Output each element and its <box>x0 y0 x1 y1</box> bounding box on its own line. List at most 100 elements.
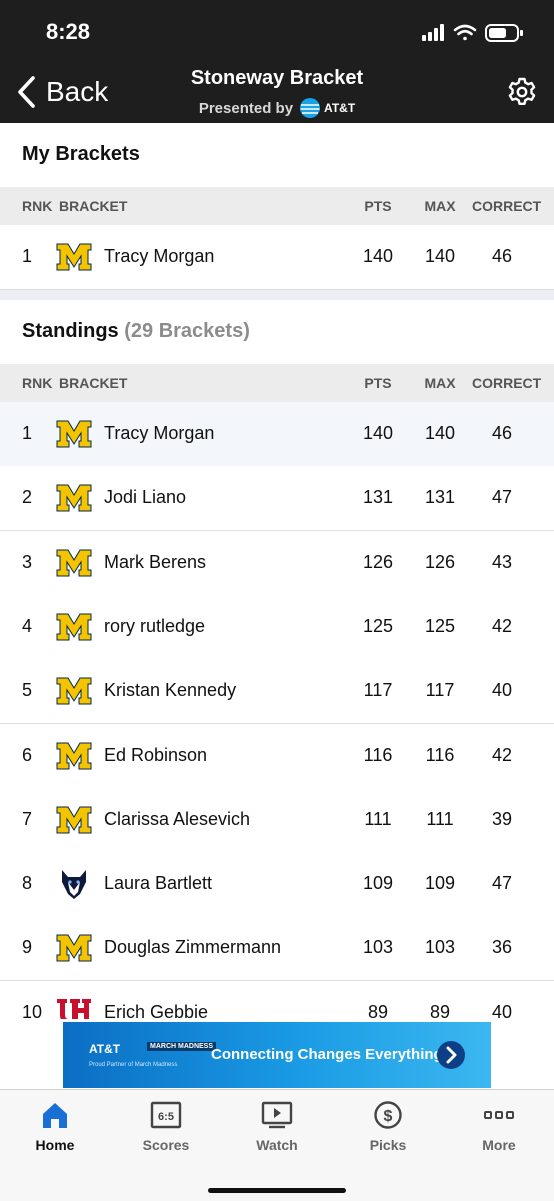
presented-by: Presented by AT&T <box>0 97 554 119</box>
michigan-logo-icon <box>56 675 92 707</box>
table-row[interactable]: 3 Mark Berens 126 126 43 <box>0 530 554 596</box>
tab-home-label: Home <box>35 1137 75 1153</box>
correct-cell: 43 <box>491 551 513 572</box>
table-row[interactable]: 8 Laura Bartlett 109 109 47 <box>0 852 554 918</box>
michigan-logo-icon <box>56 611 92 643</box>
svg-text:$: $ <box>384 1108 393 1125</box>
correct-cell: 42 <box>491 744 513 765</box>
att-logo: AT&T <box>299 97 355 119</box>
column-rnk: RNK <box>22 198 53 214</box>
tab-home[interactable]: Home <box>0 1090 110 1170</box>
pts-cell: 131 <box>362 487 394 508</box>
tab-picks-label: Picks <box>369 1137 407 1153</box>
rank-cell: 3 <box>22 551 33 572</box>
max-cell: 126 <box>424 551 456 572</box>
max-cell: 140 <box>424 246 456 266</box>
table-row[interactable]: 5 Kristan Kennedy 117 117 40 <box>0 659 554 725</box>
tab-scores[interactable]: 6:5 Scores <box>111 1090 221 1170</box>
table-row[interactable]: 1 Tracy Morgan 140 140 46 <box>0 225 554 290</box>
tab-more[interactable]: More <box>444 1090 554 1170</box>
rank-cell: 9 <box>22 937 33 958</box>
correct-cell: 46 <box>491 246 513 266</box>
correct-cell: 47 <box>491 487 513 508</box>
rank-cell: 1 <box>22 423 33 443</box>
pts-cell: 140 <box>362 423 394 443</box>
ad-subline: Proud Partner of March Madness <box>89 1062 178 1068</box>
pts-cell: 116 <box>363 744 393 765</box>
rank-cell: 7 <box>22 808 33 829</box>
tab-scores-label: Scores <box>142 1137 190 1153</box>
ad-headline: Connecting Changes Everything <box>211 1046 443 1063</box>
tab-bar: Home 6:5 Scores Watch $ Picks More <box>0 1089 554 1201</box>
my-brackets-column-header: RNK BRACKET PTS MAX CORRECT <box>0 187 554 225</box>
bracket-name-cell: Tracy Morgan <box>104 423 215 443</box>
table-row[interactable]: 4 rory rutledge 125 125 42 <box>0 594 554 660</box>
michigan-logo-icon <box>56 418 92 450</box>
column-pts: PTS <box>364 198 392 214</box>
table-row[interactable]: 2 Jodi Liano 131 131 47 <box>0 466 554 532</box>
att-logo-text: AT&T <box>324 101 356 115</box>
bracket-name-cell: rory rutledge <box>104 615 206 636</box>
pts-cell: 140 <box>362 246 394 266</box>
svg-text:6:5: 6:5 <box>158 1111 174 1123</box>
scores-icon: 6:5 <box>150 1101 182 1129</box>
column-correct: CORRECT <box>472 198 542 214</box>
rank-cell: 2 <box>22 487 33 508</box>
page-title: Stoneway Bracket <box>190 67 364 89</box>
max-cell: 116 <box>425 744 455 765</box>
table-row[interactable]: 9 Douglas Zimmermann 103 103 36 <box>0 916 554 982</box>
cellular-signal-icon <box>422 24 444 41</box>
picks-icon: $ <box>374 1101 402 1129</box>
column-pts: PTS <box>364 375 392 391</box>
home-icon <box>43 1103 67 1128</box>
max-cell: 125 <box>424 615 456 636</box>
max-cell: 117 <box>425 680 455 701</box>
tab-picks[interactable]: $ Picks <box>333 1090 443 1170</box>
bracket-name-cell: Kristan Kennedy <box>104 680 237 701</box>
correct-cell: 36 <box>491 937 513 958</box>
tab-watch[interactable]: Watch <box>222 1090 332 1170</box>
standings-title: Standings (29 Brackets) <box>22 320 250 343</box>
michigan-logo-icon <box>56 804 92 836</box>
michigan-logo-icon <box>56 241 92 273</box>
watch-icon <box>261 1101 293 1129</box>
max-cell: 131 <box>424 487 456 508</box>
column-bracket: BRACKET <box>59 375 128 391</box>
ad-banner[interactable]: AT&T MARCH MADNESS Proud Partner of Marc… <box>63 1022 491 1088</box>
status-icons <box>422 22 532 44</box>
correct-cell: 47 <box>491 873 513 894</box>
home-indicator <box>208 1188 346 1193</box>
presented-by-label: Presented by <box>198 99 294 117</box>
rank-cell: 8 <box>22 873 33 894</box>
correct-cell: 42 <box>491 615 513 636</box>
nav-bar: Back Stoneway Bracket Presented by AT&T <box>0 62 554 123</box>
table-row[interactable]: 6 Ed Robinson 116 116 42 <box>0 723 554 789</box>
uconn-husky-logo-icon <box>56 868 92 900</box>
pts-cell: 111 <box>364 808 392 829</box>
rank-cell: 1 <box>22 246 33 266</box>
tab-watch-label: Watch <box>256 1137 298 1153</box>
rank-cell: 5 <box>22 680 33 701</box>
battery-icon <box>485 24 523 42</box>
max-cell: 111 <box>426 808 454 829</box>
table-row[interactable]: 7 Clarissa Alesevich 111 111 39 <box>0 787 554 853</box>
att-globe-icon <box>300 98 321 118</box>
max-cell: 140 <box>424 423 456 443</box>
rank-cell: 6 <box>22 744 33 765</box>
table-row[interactable]: 1 Tracy Morgan 140 140 46 <box>0 402 554 467</box>
max-cell: 109 <box>424 873 456 894</box>
column-correct: CORRECT <box>472 375 542 391</box>
settings-button[interactable] <box>506 76 538 108</box>
correct-cell: 39 <box>491 808 513 829</box>
michigan-logo-icon <box>56 482 92 514</box>
my-brackets-title: My Brackets <box>22 143 140 165</box>
pts-cell: 103 <box>362 937 394 958</box>
michigan-logo-icon <box>56 740 92 772</box>
bracket-name-cell: Clarissa Alesevich <box>104 808 251 829</box>
standings-count: (29 Brackets) <box>124 320 250 342</box>
bracket-name-cell: Laura Bartlett <box>104 873 213 894</box>
pts-cell: 126 <box>362 551 394 572</box>
rank-cell: 4 <box>22 615 33 636</box>
correct-cell: 46 <box>491 423 513 443</box>
bracket-name-cell: Ed Robinson <box>104 744 208 765</box>
